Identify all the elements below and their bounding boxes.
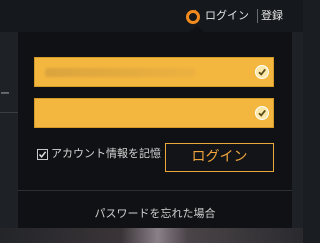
background-nav-divider: [0, 112, 18, 113]
page: ログイン 登録 ー アカウント情報を記憶 ログイン パスワードを忘れた場合: [0, 0, 303, 243]
check-circle-icon: [255, 106, 269, 120]
check-circle-icon: [255, 65, 269, 79]
background-image-strip: [0, 228, 303, 243]
remember-me-label[interactable]: アカウント情報を記憶: [51, 147, 161, 161]
login-button[interactable]: ログイン: [165, 143, 274, 172]
top-header-bar: ログイン 登録: [0, 0, 303, 32]
background-right-sliver: [292, 32, 303, 243]
header-separator: [257, 9, 258, 23]
background-nav-text: ー: [0, 89, 10, 100]
remember-me-checkbox[interactable]: [37, 149, 48, 160]
origin-icon: [186, 9, 200, 24]
background-nav-sliver: ー: [0, 32, 18, 243]
email-field-blurred-value: [45, 68, 195, 77]
header-register-link[interactable]: 登録: [261, 8, 283, 24]
forgot-password-link[interactable]: パスワードを忘れた場合: [18, 207, 292, 221]
dropdown-caret: [190, 25, 204, 32]
checkmark-icon: [38, 151, 47, 158]
header-login-link[interactable]: ログイン: [205, 8, 249, 24]
email-field[interactable]: [34, 57, 274, 87]
panel-divider: [18, 190, 292, 191]
password-field[interactable]: [34, 98, 274, 128]
